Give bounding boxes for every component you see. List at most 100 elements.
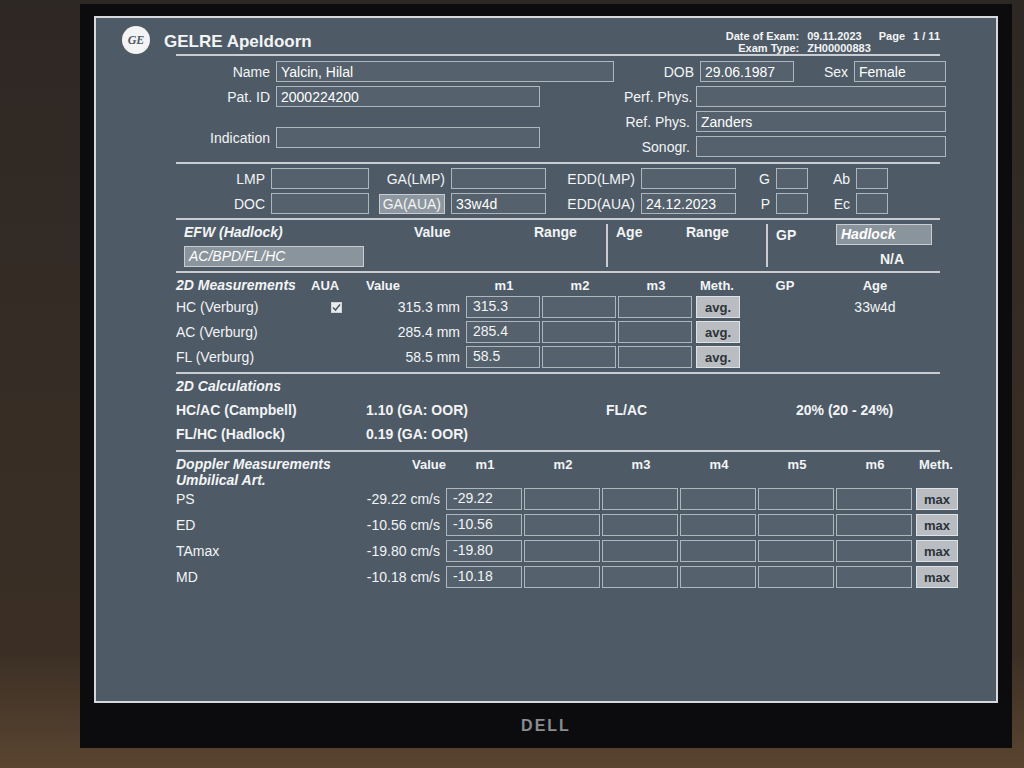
field-input[interactable]: Yalcin, Hilal	[276, 61, 614, 82]
report-header: GEGELRE ApeldoornDate of Exam:09.11.2023…	[122, 24, 940, 54]
doppler-input[interactable]	[602, 566, 678, 588]
doppler-input[interactable]	[836, 566, 912, 588]
doppler-input[interactable]	[524, 566, 600, 588]
patient-field: Indication	[176, 126, 614, 149]
doppler-input[interactable]	[680, 566, 756, 588]
field-input[interactable]: 24.12.2023	[641, 193, 736, 214]
method-button[interactable]: max	[916, 540, 958, 562]
doppler-input[interactable]: -10.56	[446, 514, 522, 536]
report-screen: GEGELRE ApeldoornDate of Exam:09.11.2023…	[94, 16, 998, 703]
calculation-item: HC/AC (Campbell)1.10 (GA: OOR)	[176, 402, 606, 418]
monitor-bezel: DELL	[94, 703, 998, 748]
doppler-input[interactable]: -19.80	[446, 540, 522, 562]
field-input[interactable]: Zanders	[696, 111, 946, 132]
field-input[interactable]	[856, 193, 888, 214]
doppler-input[interactable]	[836, 488, 912, 510]
field-label: Sonogr.	[624, 139, 696, 155]
exam-type: ZH00000883	[807, 42, 871, 54]
field-label: EDD(LMP)	[567, 171, 635, 187]
method-button[interactable]: avg.	[696, 346, 740, 368]
gp-value: N/A	[776, 251, 904, 267]
measure-name: FL (Verburg)	[176, 349, 311, 365]
field-label: Ab	[833, 171, 850, 187]
doppler-input[interactable]	[758, 566, 834, 588]
patient-field: NameYalcin, Hilal	[176, 60, 614, 83]
age-range-header: Range	[686, 224, 746, 240]
exam-meta: Date of Exam:09.11.2023Page1 / 11Exam Ty…	[726, 24, 940, 54]
gp-header: GP	[776, 227, 836, 243]
doppler-input[interactable]	[680, 540, 756, 562]
field-label: Name	[176, 64, 276, 80]
field-input[interactable]	[271, 193, 369, 214]
column-header: GP	[740, 278, 830, 293]
measure-input[interactable]	[542, 296, 616, 318]
doppler-input[interactable]	[602, 514, 678, 536]
field-input[interactable]	[696, 86, 946, 107]
field-input[interactable]	[276, 127, 540, 148]
doppler-input[interactable]	[758, 540, 834, 562]
measure-input[interactable]: 315.3	[466, 296, 540, 318]
measure-input[interactable]: 58.5	[466, 346, 540, 368]
method-button[interactable]: avg.	[696, 321, 740, 343]
doppler-input[interactable]	[602, 540, 678, 562]
ga-aua-button[interactable]: GA(AUA)	[379, 194, 445, 214]
method-button[interactable]: max	[916, 488, 958, 510]
field-input[interactable]	[776, 193, 808, 214]
field-input[interactable]	[776, 168, 808, 189]
dob-input[interactable]: 29.06.1987	[700, 61, 794, 82]
measurements-section: 2D MeasurementsAUAValuem1m2m3Meth.GPAgeH…	[176, 271, 940, 372]
measure-input[interactable]	[618, 321, 692, 343]
method-button[interactable]: max	[916, 514, 958, 536]
field-input[interactable]: 33w4d	[451, 193, 546, 214]
patient-section: NameYalcin, HilalPat. ID2000224200Indica…	[176, 54, 940, 162]
doppler-input[interactable]	[758, 514, 834, 536]
doppler-input[interactable]: -29.22	[446, 488, 522, 510]
field-input[interactable]	[696, 136, 946, 157]
measure-input[interactable]	[542, 346, 616, 368]
doppler-input[interactable]	[836, 540, 912, 562]
doppler-input[interactable]: -10.18	[446, 566, 522, 588]
sex-label: Sex	[794, 64, 854, 80]
doppler-input[interactable]	[680, 488, 756, 510]
page-label: Page	[879, 30, 905, 42]
patient-field: Ref. Phys.Zanders	[624, 110, 946, 133]
field-input[interactable]	[271, 168, 369, 189]
column-header: Meth.	[914, 457, 958, 472]
method-button[interactable]: max	[916, 566, 958, 588]
field-input[interactable]	[856, 168, 888, 189]
measure-input[interactable]	[542, 321, 616, 343]
measure-input[interactable]: 285.4	[466, 321, 540, 343]
doppler-input[interactable]	[680, 514, 756, 536]
doppler-input[interactable]	[524, 488, 600, 510]
doppler-input[interactable]	[758, 488, 834, 510]
field-input[interactable]	[641, 168, 736, 189]
desk-photo: GEGELRE ApeldoornDate of Exam:09.11.2023…	[0, 0, 1024, 768]
measure-input[interactable]	[618, 296, 692, 318]
field-input[interactable]: 2000224200	[276, 86, 540, 107]
column-header: AUA	[311, 278, 366, 293]
doppler-input[interactable]	[524, 540, 600, 562]
doppler-input[interactable]	[836, 514, 912, 536]
method-button[interactable]: avg.	[696, 296, 740, 318]
field-label: Ec	[834, 196, 850, 212]
measure-input[interactable]	[618, 346, 692, 368]
field-input[interactable]	[451, 168, 546, 189]
calculation-item: FL/HC (Hadlock)0.19 (GA: OOR)	[176, 426, 606, 442]
doppler-input[interactable]	[602, 488, 678, 510]
sex-input[interactable]: Female	[854, 61, 946, 82]
calculation-item: FL/AC20% (20 - 24%)	[606, 402, 996, 418]
column-header: Value	[366, 278, 466, 293]
exam-type-label: Exam Type:	[726, 42, 799, 54]
column-header: m5	[758, 457, 836, 472]
page-number: 1 / 11	[913, 30, 940, 42]
measure-age: 33w4d	[830, 299, 920, 315]
gp-method-dropdown[interactable]: Hadlock	[836, 224, 932, 245]
doppler-title: Doppler Measurements	[176, 456, 286, 472]
measure-value: 285.4 mm	[366, 324, 466, 340]
measurements-title: 2D Measurements	[176, 277, 311, 293]
aua-checkbox[interactable]	[331, 302, 342, 313]
doppler-input[interactable]	[524, 514, 600, 536]
field-label: P	[761, 196, 770, 212]
patient-field: Perf. Phys.	[624, 85, 946, 108]
efw-formula-dropdown[interactable]: AC/BPD/FL/HC	[184, 246, 364, 267]
